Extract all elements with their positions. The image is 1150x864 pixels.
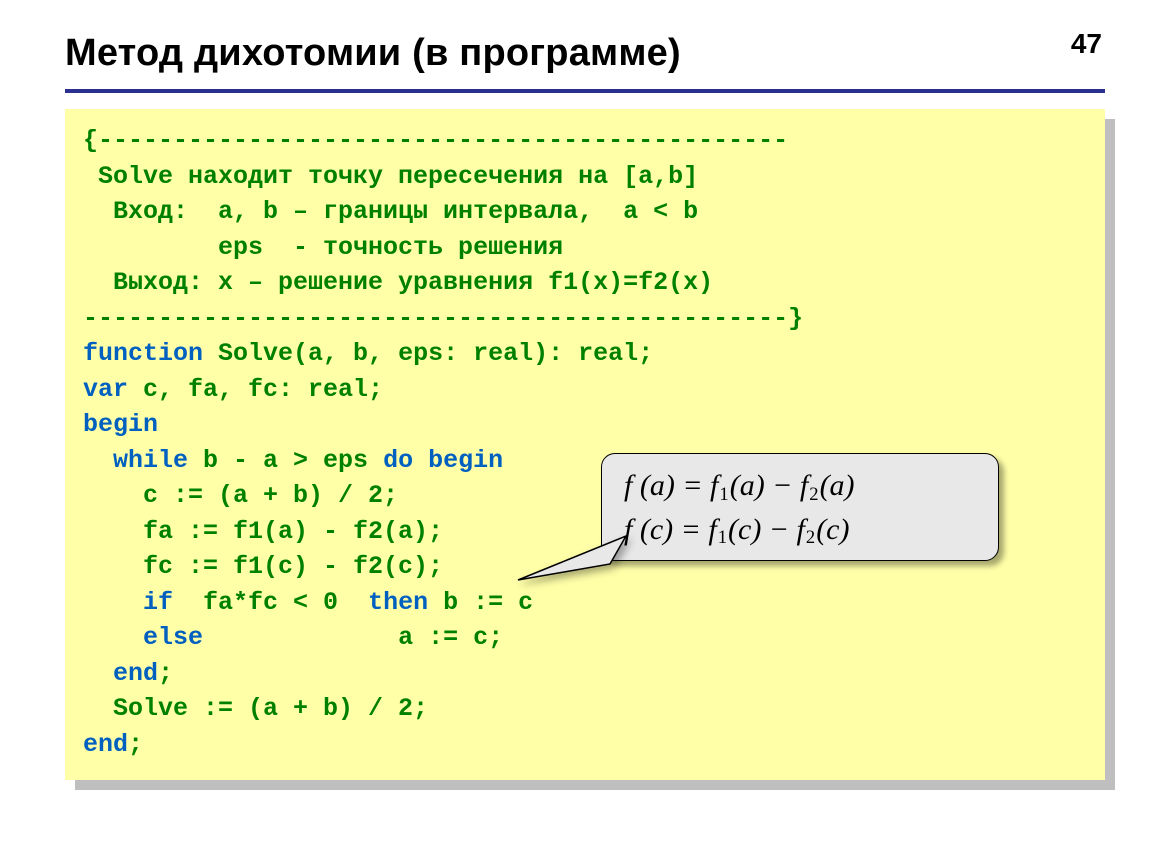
formula-line-2: f (c) = f1(c) − f2(c): [624, 508, 980, 552]
code-line: Solve := (a + b) / 2;: [83, 694, 428, 723]
code-text: b := c: [428, 588, 533, 617]
formula-text: (a) − f: [730, 469, 809, 502]
keyword-if: if: [83, 588, 173, 617]
code-block: {---------------------------------------…: [65, 109, 1105, 780]
code-container: {---------------------------------------…: [65, 109, 1105, 780]
subscript: 1: [717, 527, 728, 548]
code-line: {---------------------------------------…: [83, 126, 788, 155]
code-line: ----------------------------------------…: [83, 304, 803, 333]
slide: 47 Метод дихотомии (в программе) {------…: [0, 0, 1150, 864]
formula-callout: f (a) = f1(a) − f2(a) f (c) = f1(c) − f2…: [601, 453, 999, 561]
formula-text: (a): [820, 469, 855, 502]
keyword-do-begin: do begin: [383, 446, 503, 475]
code-text: c, fa, fc: real;: [128, 375, 383, 404]
code-line: fc := f1(c) - f2(c);: [83, 552, 443, 581]
code-text: Solve(a, b, eps: real): real;: [203, 339, 653, 368]
slide-title: Метод дихотомии (в программе): [65, 32, 1105, 75]
subscript: 1: [718, 484, 729, 505]
code-text: ;: [158, 659, 173, 688]
code-line: Выход: x – решение уравнения f1(x)=f2(x): [83, 268, 713, 297]
code-line: eps - точность решения: [83, 233, 563, 262]
code-text: ;: [128, 730, 143, 759]
title-underline: [65, 89, 1105, 93]
keyword-end: end: [83, 659, 158, 688]
page-number: 47: [1071, 28, 1102, 60]
formula-text: f (c) = f: [624, 513, 717, 546]
keyword-while: while: [83, 446, 188, 475]
code-text: fa*fc < 0: [173, 588, 368, 617]
keyword-end: end: [83, 730, 128, 759]
code-line: fa := f1(a) - f2(a);: [83, 517, 443, 546]
subscript: 2: [805, 527, 816, 548]
code-text: b - a > eps: [188, 446, 383, 475]
callout-tail-icon: [518, 538, 633, 588]
formula-text: (c) − f: [728, 513, 805, 546]
code-text: a := c;: [203, 623, 503, 652]
formula-text: (c): [816, 513, 849, 546]
keyword-function: function: [83, 339, 203, 368]
formula-text: f (a) = f: [624, 469, 718, 502]
code-line: Solve находит точку пересечения на [a,b]: [83, 162, 698, 191]
code-line: c := (a + b) / 2;: [83, 481, 398, 510]
keyword-var: var: [83, 375, 128, 404]
code-line: Вход: a, b – границы интервала, a < b: [83, 197, 698, 226]
keyword-begin: begin: [83, 410, 158, 439]
keyword-else: else: [83, 623, 203, 652]
subscript: 2: [808, 484, 819, 505]
keyword-then: then: [368, 588, 428, 617]
formula-line-1: f (a) = f1(a) − f2(a): [624, 464, 980, 508]
